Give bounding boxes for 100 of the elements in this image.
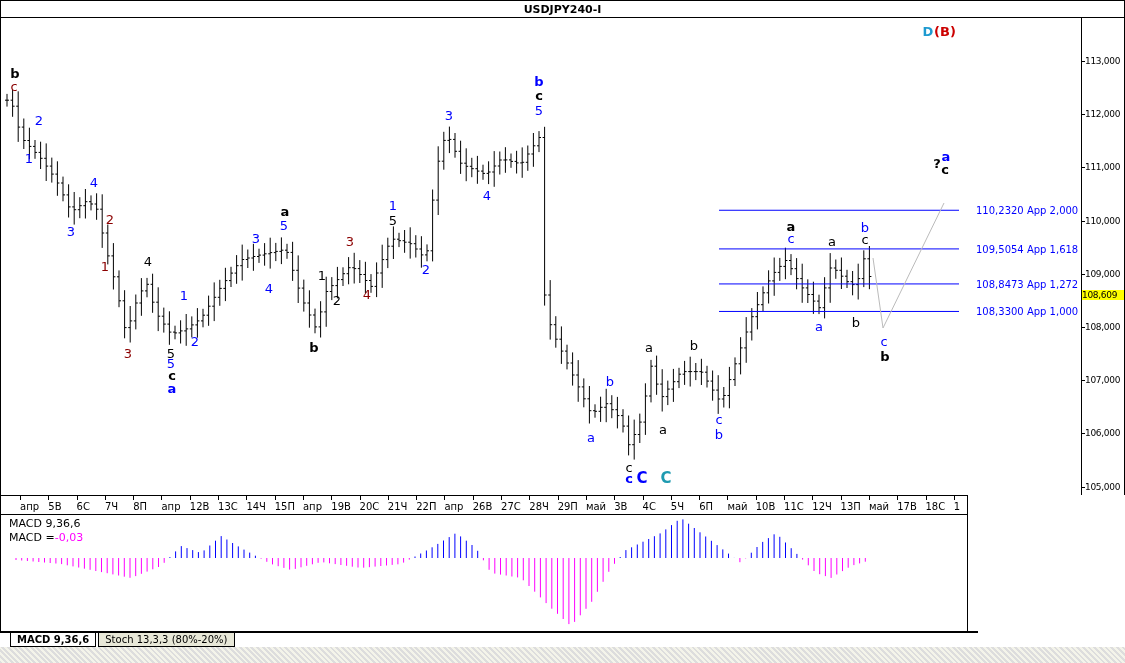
wave-label: c (625, 471, 633, 485)
wave-label: a (587, 430, 595, 444)
date-axis-label: май (868, 496, 898, 514)
price-axis-label: 109,000 (1082, 268, 1121, 279)
date-axis-label: 28Ч (529, 496, 558, 514)
date-axis-label: 21Ч (387, 496, 417, 514)
date-axis-label: май (585, 496, 615, 514)
fib-level-label: 108,3300 App 1,000 (976, 305, 1079, 317)
wave-label: b (605, 374, 615, 388)
date-axis-label: 13П (840, 496, 869, 514)
wave-label: 2 (332, 293, 342, 307)
price-axis-label: 111,000 (1082, 162, 1121, 173)
wave-label: C (636, 470, 648, 486)
date-axis-label: 22П (416, 496, 445, 514)
wave-label: b (880, 349, 890, 363)
date-axis-label: 20С (359, 496, 388, 514)
wave-label: C (660, 470, 672, 486)
wave-label: 5 (279, 218, 289, 232)
wave-label: 1 (24, 151, 34, 165)
fib-level-label: 110,2320 App 2,000 (976, 204, 1079, 216)
current-price-tag: 108,609 (1082, 289, 1124, 300)
date-axis-label: апр (161, 496, 190, 514)
price-axis-label: 110,000 (1082, 215, 1121, 226)
date-axis-label: 7Ч (104, 496, 134, 514)
wave-label: a (659, 422, 667, 436)
wave-label: c (715, 412, 723, 426)
wave-label: 4 (264, 281, 274, 295)
wave-label: 4 (362, 287, 372, 301)
wave-label: c (787, 231, 795, 245)
date-axis-label: 3В (614, 496, 643, 514)
wave-label: 4 (482, 188, 492, 202)
wave-label: 5 (388, 213, 398, 227)
price-axis-label: 106,000 (1082, 428, 1121, 439)
wave-label: c (10, 79, 18, 93)
date-axis-label: 5Ч (670, 496, 700, 514)
wave-label: 3 (66, 224, 76, 238)
price-axis-label: 107,000 (1082, 375, 1121, 386)
wave-label: 1 (100, 259, 110, 273)
wave-label: 2 (190, 334, 200, 348)
date-axis-label: 26В (472, 496, 502, 514)
wave-label: ? (933, 156, 941, 170)
date-axis-label: 14Ч (246, 496, 275, 514)
wave-label: c (861, 232, 869, 246)
fib-level-label: 109,5054 App 1,618 (976, 243, 1079, 255)
wave-label: 4 (143, 254, 153, 268)
date-axis-label: 11С (784, 496, 813, 514)
wave-label: c (168, 368, 176, 382)
wave-label: b (534, 74, 544, 88)
wave-label: 4 (89, 175, 99, 189)
wave-label: a (280, 204, 290, 218)
wave-label: a (167, 381, 177, 395)
indicator-reading-label: MACD = (9, 531, 55, 544)
indicator-tab[interactable]: MACD 9,36,6 (10, 633, 97, 647)
wave-label: a (786, 219, 796, 233)
price-axis-label: 105,000 (1082, 481, 1121, 492)
indicator-reading-value: -0,03 (54, 531, 84, 544)
price-axis-label: 113,000 (1082, 56, 1121, 66)
date-axis-label: апр (302, 496, 332, 514)
wave-label: c (880, 334, 888, 348)
date-axis-label: 27С (501, 496, 530, 514)
wave-label: 5 (166, 346, 176, 360)
wave-label: D (922, 24, 934, 38)
price-axis-label: 108,000 (1082, 322, 1121, 332)
wave-label: 3 (444, 108, 454, 122)
date-axis-label: апр (444, 496, 473, 514)
date-axis-label: 17В (897, 496, 926, 514)
wave-label: 2 (105, 212, 115, 226)
wave-label: c (535, 88, 543, 102)
date-axis-label: 1 (953, 496, 967, 514)
indicator-tab[interactable]: Stoch 13,3,3 (80%-20%) (98, 633, 235, 647)
wave-label: 2 (421, 262, 431, 276)
date-axis-label: 15П (274, 496, 303, 514)
wave-label: a (941, 149, 951, 163)
wave-label: 2 (34, 113, 44, 127)
wave-label: a (645, 340, 653, 354)
date-axis-label: 19В (331, 496, 360, 514)
wave-label: 1 (179, 288, 189, 302)
wave-label: (B) (934, 24, 956, 38)
date-axis-label: 13С (218, 496, 247, 514)
date-axis-label: май (727, 496, 756, 514)
chart-title: USDJPY240-I (523, 2, 602, 16)
date-axis-label: 5В (48, 496, 77, 514)
wave-label: 1 (317, 268, 327, 282)
wave-label: b (860, 220, 870, 234)
wave-label: 5 (534, 103, 544, 117)
fib-level-label: 108,8473 App 1,272 (976, 278, 1079, 290)
wave-label: a (815, 319, 823, 333)
date-axis-label: 4С (642, 496, 671, 514)
wave-label: 3 (345, 234, 355, 248)
wave-label: b (10, 66, 20, 80)
wave-label: b (309, 340, 319, 354)
date-axis-label: апр (20, 496, 49, 514)
date-axis-label: 29П (557, 496, 586, 514)
price-axis-label: 112,000 (1082, 109, 1121, 120)
wave-label: 3 (251, 231, 261, 245)
wave-label: c (941, 162, 949, 176)
date-axis-label: 12В (189, 496, 219, 514)
date-axis-label: 12Ч (812, 496, 841, 514)
wave-label: b (851, 315, 861, 329)
date-axis-label: 6С (76, 496, 105, 514)
